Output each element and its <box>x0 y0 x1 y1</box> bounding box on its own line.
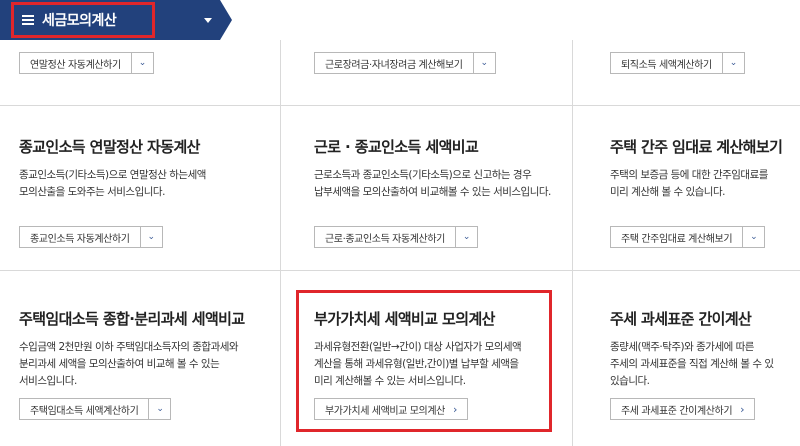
card-housing-rental-income: 주택임대소득 종합·분리과세 세액비교 수입금액 2천만원 이하 주택임대소득자… <box>19 308 279 390</box>
vat-compare-button[interactable]: 부가가치세 세액비교 모의계산 › <box>314 398 468 420</box>
year-end-settlement-select[interactable]: 연말정산 자동계산하기 ⌄ <box>19 52 154 74</box>
card-description: 종량세(맥주·탁주)와 종가세에 따른 주세의 과세표준을 직접 계산해 볼 수… <box>610 341 774 387</box>
card-title: 주택임대소득 종합·분리과세 세액비교 <box>19 310 245 328</box>
card-title: 종교인소득 연말정산 자동계산 <box>19 138 200 156</box>
card-description: 종교인소득(기타소득)으로 연말정산 하는세액 모의산출을 도와주는 서비스입니… <box>19 169 206 198</box>
card-description: 수입금액 2천만원 이하 주택임대소득자의 종합과세와 분리과세 세액을 모의산… <box>19 341 239 387</box>
arrow-right-icon: › <box>452 402 457 416</box>
menu-title: 세금모의계산 <box>42 13 117 29</box>
row-divider-1 <box>0 105 800 106</box>
card-title: 부가가치세 세액비교 모의계산 <box>314 310 495 328</box>
card-labor-religious-compare: 근로 · 종교인소득 세액비교 근로소득과 종교인소득(기타소득)으로 신고하는… <box>314 136 569 201</box>
retirement-income-select[interactable]: 퇴직소득 세액계산하기 ⌄ <box>610 52 745 74</box>
card-title: 근로 · 종교인소득 세액비교 <box>314 138 479 156</box>
card-liquor-tax: 주세 과세표준 간이계산 종량세(맥주·탁주)와 종가세에 따른 주세의 과세표… <box>610 308 800 390</box>
incentive-calc-select[interactable]: 근로장려금·자녀장려금 계산해보기 ⌄ <box>314 52 496 74</box>
header-arrow-shape <box>220 0 232 40</box>
labor-religious-calc-select[interactable]: 근로·종교인소득 자동계산하기 ⌄ <box>314 226 478 248</box>
housing-rental-calc-select[interactable]: 주택임대소득 세액계산하기 ⌄ <box>19 398 172 420</box>
card-religious-income: 종교인소득 연말정산 자동계산 종교인소득(기타소득)으로 연말정산 하는세액 … <box>19 136 274 201</box>
row-divider-2 <box>0 270 800 271</box>
hamburger-icon <box>22 15 34 25</box>
chevron-down-icon: ⌄ <box>130 53 153 73</box>
card-description: 과세유형전환(일반→간이) 대상 사업자가 모의세액 계산을 통해 과세유형(일… <box>314 341 522 387</box>
liquor-tax-button[interactable]: 주세 과세표준 간이계산하기 › <box>610 398 756 420</box>
menu-dropdown-caret-icon[interactable] <box>204 18 212 23</box>
chevron-down-icon: ⌄ <box>139 227 162 247</box>
card-description: 주택의 보증금 등에 대한 간주임대료를 미리 계산해 볼 수 있습니다. <box>610 169 768 198</box>
column-divider-1 <box>280 40 281 446</box>
chevron-down-icon: ⌄ <box>454 227 477 247</box>
chevron-down-icon: ⌄ <box>472 53 495 73</box>
housing-deemed-rent-select[interactable]: 주택 간주임대료 계산해보기 ⌄ <box>610 226 766 248</box>
chevron-down-icon: ⌄ <box>148 399 170 419</box>
card-title: 주세 과세표준 간이계산 <box>610 310 752 328</box>
chevron-down-icon: ⌄ <box>721 53 744 73</box>
top-header-bar: 세금모의계산 <box>0 0 800 40</box>
card-title: 주택 간주 임대료 계산해보기 <box>610 138 783 156</box>
card-vat-compare: 부가가치세 세액비교 모의계산 과세유형전환(일반→간이) 대상 사업자가 모의… <box>314 308 549 390</box>
card-description: 근로소득과 종교인소득(기타소득)으로 신고하는 경우 납부세액을 모의산출하여… <box>314 169 551 198</box>
column-divider-2 <box>572 40 573 446</box>
chevron-down-icon: ⌄ <box>742 227 764 247</box>
menu-title-button[interactable]: 세금모의계산 <box>11 2 155 38</box>
arrow-right-icon: › <box>740 402 745 416</box>
card-housing-deemed-rent: 주택 간주 임대료 계산해보기 주택의 보증금 등에 대한 간주임대료를 미리 … <box>610 136 800 201</box>
religious-income-calc-select[interactable]: 종교인소득 자동계산하기 ⌄ <box>19 226 163 248</box>
